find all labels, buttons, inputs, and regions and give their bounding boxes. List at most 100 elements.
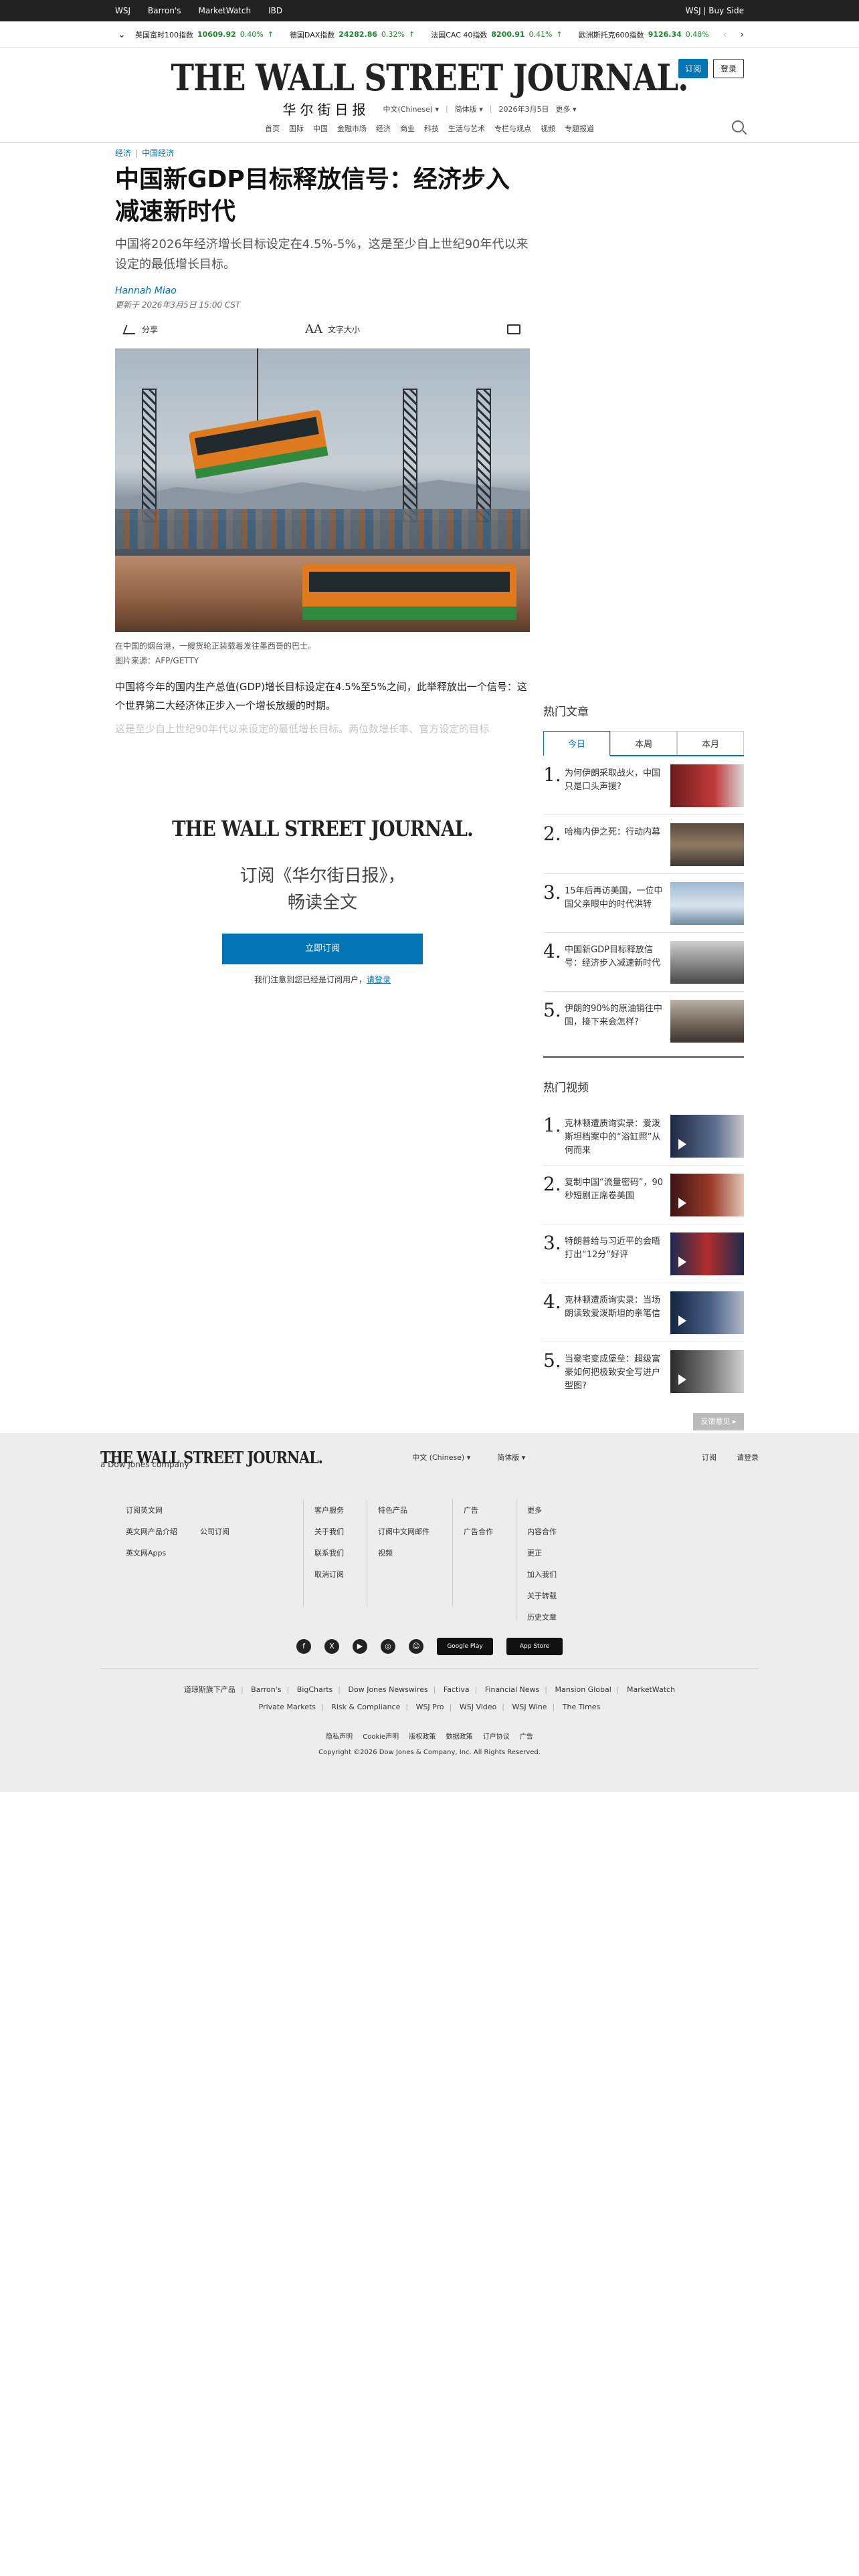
video-item[interactable]: 4. 克林顿遭质询实录：当场朗读致爱泼斯坦的亲笔信 <box>543 1283 744 1342</box>
breadcrumb-china-economy[interactable]: 中国经济 <box>142 148 174 158</box>
nav-item[interactable]: 国际 <box>289 123 304 134</box>
footer-subscribe-link[interactable]: 订阅 <box>702 1452 717 1463</box>
video-headline[interactable]: 特朗普给与习近平的会晤打出“12分”好评 <box>565 1232 664 1262</box>
footer-link[interactable]: 公司订阅 <box>200 1521 229 1543</box>
video-headline[interactable]: 当豪宅变成堡垒：超级富豪如何把极致安全写进户型图? <box>565 1350 664 1393</box>
footer-link[interactable]: 订阅中文网邮件 <box>378 1521 430 1543</box>
facebook-icon[interactable]: f <box>296 1639 311 1654</box>
popular-item[interactable]: 4. 中国新GDP目标释放信号：经济步入减速新时代 <box>543 933 744 992</box>
footer-link[interactable]: 联系我们 <box>314 1543 344 1564</box>
nav-item[interactable]: 中国 <box>313 123 328 134</box>
brand-link[interactable]: BigCharts <box>297 1685 333 1694</box>
thumbnail[interactable] <box>670 764 744 807</box>
search-icon[interactable] <box>732 120 744 132</box>
chevron-left-icon[interactable]: ‹ <box>723 29 727 40</box>
thumbnail[interactable] <box>670 941 744 984</box>
video-thumbnail[interactable] <box>670 1350 744 1393</box>
brand-link[interactable]: WSJ Pro <box>416 1703 444 1711</box>
brand-link[interactable]: MarketWatch <box>627 1685 675 1694</box>
video-thumbnail[interactable] <box>670 1232 744 1275</box>
x-icon[interactable]: X <box>324 1639 339 1654</box>
youtube-icon[interactable]: ▶ <box>353 1639 367 1654</box>
footer-language-select[interactable]: 中文 (Chinese) ▾ <box>412 1452 470 1463</box>
footer-link[interactable]: 加入我们 <box>527 1564 557 1586</box>
nav-item[interactable]: 专栏与观点 <box>494 123 531 134</box>
breadcrumb-economy[interactable]: 经济 <box>115 148 131 158</box>
tab-month[interactable]: 本月 <box>677 731 744 755</box>
nav-item[interactable]: 首页 <box>265 123 280 134</box>
footer-login-link[interactable]: 请登录 <box>737 1452 759 1463</box>
language-select[interactable]: 中文(Chinese) ▾ <box>383 104 439 114</box>
subscribe-now-button[interactable]: 立即订阅 <box>222 934 423 964</box>
popular-item[interactable]: 3. 15年后再访美国，一位中国父亲眼中的时代洪转 <box>543 874 744 933</box>
video-item[interactable]: 5. 当豪宅变成堡垒：超级富豪如何把极致安全写进户型图? <box>543 1342 744 1401</box>
link-marketwatch[interactable]: MarketWatch <box>199 6 252 15</box>
brand-link[interactable]: Private Markets <box>259 1703 316 1711</box>
thumbnail[interactable] <box>670 882 744 925</box>
footer-link[interactable]: 客户服务 <box>314 1500 344 1521</box>
footer-link[interactable]: 更多 <box>527 1500 557 1521</box>
nav-item[interactable]: 专题报道 <box>565 123 594 134</box>
nav-item[interactable]: 生活与艺术 <box>448 123 485 134</box>
footer-link[interactable]: 更正 <box>527 1543 557 1564</box>
legal-link[interactable]: 版权政策 <box>409 1733 436 1741</box>
brand-link[interactable]: WSJ Video <box>460 1703 496 1711</box>
link-ibd[interactable]: IBD <box>268 6 282 15</box>
login-button[interactable]: 登录 <box>712 59 744 78</box>
feedback-button[interactable]: 反馈意见 ▸ <box>693 1413 744 1430</box>
video-headline[interactable]: 克林顿遭质询实录：当场朗读致爱泼斯坦的亲笔信 <box>565 1291 664 1321</box>
brand-link[interactable]: Barron's <box>251 1685 281 1694</box>
ticker-item[interactable]: 法国CAC 40指数 8200.91 0.41% ↑ <box>431 29 562 40</box>
ticker-item[interactable]: 欧洲斯托克600指数 9126.34 0.48% <box>579 29 709 40</box>
share-button[interactable]: 分享 <box>122 324 158 335</box>
app-store-badge[interactable]: App Store <box>506 1638 563 1655</box>
thumbnail[interactable] <box>670 823 744 866</box>
ticker-item[interactable]: 德国DAX指数 24282.86 0.32% ↑ <box>290 29 415 40</box>
video-item[interactable]: 3. 特朗普给与习近平的会晤打出“12分”好评 <box>543 1224 744 1283</box>
video-thumbnail[interactable] <box>670 1291 744 1334</box>
footer-link[interactable]: 视频 <box>378 1543 430 1564</box>
nav-item[interactable]: 商业 <box>400 123 415 134</box>
legal-link[interactable]: 隐私声明 <box>326 1733 353 1741</box>
legal-link[interactable]: 数据政策 <box>446 1733 473 1741</box>
footer-link[interactable]: 关于我们 <box>314 1521 344 1543</box>
popular-headline[interactable]: 伊朗的90%的原油销往中国，接下来会怎样? <box>565 1000 664 1029</box>
footer-link[interactable]: 特色产品 <box>378 1500 430 1521</box>
nav-item[interactable]: 经济 <box>376 123 391 134</box>
chevron-down-icon[interactable]: ⌄ <box>115 29 128 40</box>
video-headline[interactable]: 复制中国“流量密码”，90秒短剧正席卷美国 <box>565 1174 664 1203</box>
footer-link[interactable]: 关于转载 <box>527 1586 557 1607</box>
popular-headline[interactable]: 哈梅内伊之死：行动内幕 <box>565 823 664 839</box>
link-buy-side[interactable]: WSJ | Buy Side <box>686 6 744 15</box>
thumbnail[interactable] <box>670 1000 744 1043</box>
popular-headline[interactable]: 中国新GDP目标释放信号：经济步入减速新时代 <box>565 941 664 970</box>
comments-button[interactable] <box>507 324 520 334</box>
footer-link[interactable]: 英文网产品介绍 <box>126 1521 177 1543</box>
snapchat-icon[interactable]: ☺ <box>409 1639 423 1654</box>
link-wsj[interactable]: WSJ <box>115 6 130 15</box>
footer-link[interactable]: 历史文章 <box>527 1607 557 1628</box>
footer-link[interactable]: 取消订阅 <box>314 1564 344 1586</box>
brand-link[interactable]: Dow Jones Newswires <box>349 1685 428 1694</box>
podcast-icon[interactable]: ◎ <box>381 1639 395 1654</box>
footer-link[interactable]: 订阅英文网 <box>126 1500 177 1521</box>
text-size-button[interactable]: AA 文字大小 <box>305 322 360 336</box>
popular-item[interactable]: 5. 伊朗的90%的原油销往中国，接下来会怎样? <box>543 992 744 1051</box>
brand-link[interactable]: WSJ Wine <box>512 1703 547 1711</box>
legal-link[interactable]: 订户协议 <box>483 1733 510 1741</box>
tab-today[interactable]: 今日 <box>543 731 610 756</box>
popular-headline[interactable]: 15年后再访美国，一位中国父亲眼中的时代洪转 <box>565 882 664 911</box>
popular-item[interactable]: 1. 为何伊朗采取战火，中国只是口头声援? <box>543 756 744 815</box>
footer-script-select[interactable]: 简体版 ▾ <box>497 1452 525 1463</box>
tab-week[interactable]: 本周 <box>610 731 677 755</box>
footer-link[interactable]: 广告 <box>464 1500 493 1521</box>
script-select[interactable]: 简体版 ▾ <box>455 104 483 114</box>
footer-link[interactable]: 内容合作 <box>527 1521 557 1543</box>
video-item[interactable]: 2. 复制中国“流量密码”，90秒短剧正席卷美国 <box>543 1166 744 1224</box>
video-item[interactable]: 1. 克林顿遭质询实录：爱泼斯坦档案中的“浴缸照”从何而来 <box>543 1107 744 1166</box>
video-thumbnail[interactable] <box>670 1115 744 1158</box>
paywall-login-link[interactable]: 请登录 <box>367 975 391 984</box>
chevron-right-icon[interactable]: › <box>740 29 744 40</box>
footer-link[interactable]: 广告合作 <box>464 1521 493 1543</box>
brand-link[interactable]: The Times <box>563 1703 601 1711</box>
